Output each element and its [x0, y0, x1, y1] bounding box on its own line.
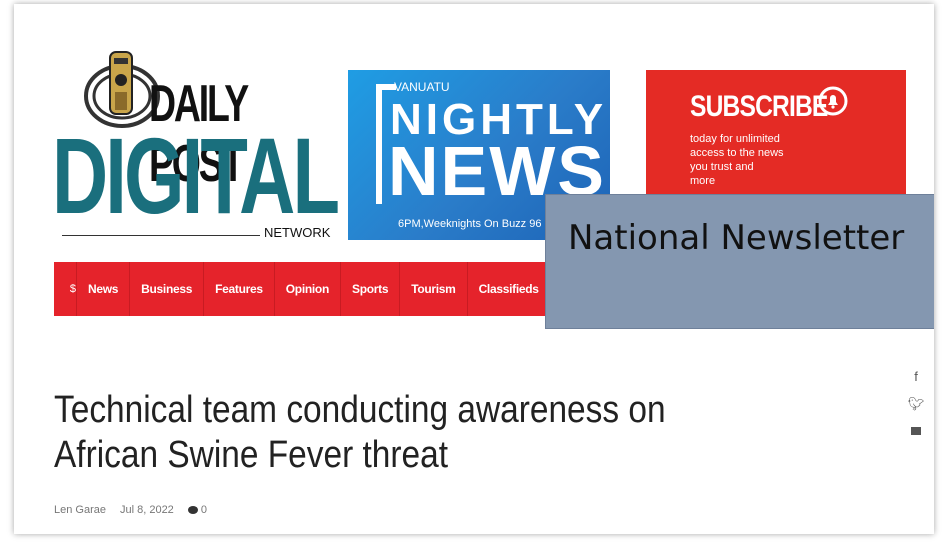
- article-meta: Len Garae Jul 8, 2022 0: [54, 504, 207, 516]
- article-headline[interactable]: Technical team conducting awareness on A…: [54, 388, 696, 478]
- banner-schedule: 6PM,Weeknights On Buzz 96: [398, 218, 542, 230]
- subscribe-ad-banner[interactable]: SUBSCRIBE today for unlimited access to …: [646, 70, 906, 210]
- comment-count-value: 0: [200, 504, 207, 516]
- article-date: Jul 8, 2022: [119, 504, 174, 516]
- national-newsletter-overlay: National Newsletter: [545, 194, 934, 329]
- email-icon[interactable]: [906, 424, 926, 438]
- main-navigation: $ News Business Features Opinion Sports …: [54, 262, 574, 316]
- share-bar: f 🐦︎: [906, 370, 926, 451]
- banner-bracket: [376, 84, 382, 204]
- comment-icon: [187, 506, 198, 514]
- facebook-icon[interactable]: f: [906, 370, 926, 384]
- nav-item-sports[interactable]: Sports: [341, 262, 401, 316]
- bell-icon: [818, 86, 848, 116]
- logo-divider: [62, 235, 260, 236]
- logo-main-text: DIGITAL: [52, 115, 340, 236]
- nav-item-business[interactable]: Business: [130, 262, 205, 316]
- banner-bracket-top: [376, 84, 396, 90]
- logo-subtitle: NETWORK: [264, 225, 331, 240]
- nav-home-icon[interactable]: $: [54, 262, 77, 316]
- subscribe-line: today for unlimited: [690, 133, 780, 145]
- nav-item-news[interactable]: News: [77, 262, 131, 316]
- site-logo[interactable]: DAILY POST DIGITAL NETWORK: [52, 44, 340, 244]
- nav-item-tourism[interactable]: Tourism: [400, 262, 468, 316]
- subscribe-line: you trust and: [690, 161, 754, 173]
- nav-item-features[interactable]: Features: [204, 262, 275, 316]
- subscribe-line: more: [690, 175, 716, 187]
- nav-item-opinion[interactable]: Opinion: [275, 262, 341, 316]
- subscribe-title: SUBSCRIBE: [690, 90, 828, 123]
- comment-count[interactable]: 0: [187, 504, 207, 516]
- subscribe-line: access to the news: [690, 147, 784, 159]
- browser-screenshot-frame: DAILY POST DIGITAL NETWORK VANUATU NIGHT…: [14, 4, 934, 534]
- twitter-icon[interactable]: 🐦︎: [906, 397, 926, 411]
- banner-kicker: VANUATU: [394, 80, 450, 94]
- overlay-label: National Newsletter: [568, 218, 905, 258]
- subscribe-text: today for unlimited access to the news y…: [690, 132, 830, 188]
- nav-item-classifieds[interactable]: Classifieds: [468, 262, 551, 316]
- article-author[interactable]: Len Garae: [54, 504, 106, 516]
